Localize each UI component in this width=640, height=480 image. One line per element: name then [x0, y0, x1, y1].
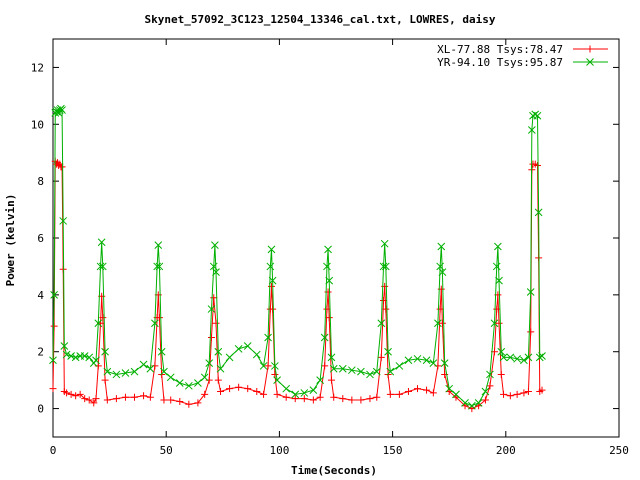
- data-point: [493, 305, 501, 313]
- data-point: [235, 383, 243, 391]
- data-point: [316, 393, 324, 401]
- data-point: [527, 328, 535, 336]
- data-point: [273, 390, 281, 398]
- data-point: [531, 110, 540, 119]
- data-point: [500, 390, 508, 398]
- y-tick-label: 6: [37, 232, 44, 245]
- data-point: [497, 370, 505, 378]
- legend-label: XL-77.88 Tsys:78.47: [437, 43, 563, 56]
- data-point: [253, 388, 261, 396]
- x-axis-label: Time(Seconds): [291, 464, 377, 477]
- data-point: [214, 376, 222, 384]
- data-point: [103, 396, 111, 404]
- data-point: [212, 319, 220, 327]
- data-point: [72, 392, 80, 400]
- data-point: [139, 360, 148, 369]
- data-point: [140, 392, 148, 400]
- data-point: [217, 388, 225, 396]
- legend: XL-77.88 Tsys:78.47YR-94.10 Tsys:95.87: [437, 43, 608, 69]
- y-axis-label: Power (kelvin): [4, 194, 17, 287]
- data-point: [520, 356, 528, 365]
- data-point: [282, 393, 290, 401]
- data-point: [131, 393, 139, 401]
- data-point: [260, 390, 268, 398]
- y-tick-label: 12: [31, 61, 44, 74]
- data-point: [121, 393, 129, 401]
- data-point: [200, 373, 209, 382]
- data-point: [404, 388, 412, 396]
- x-tick-label: 150: [383, 444, 403, 457]
- x-tick-label: 200: [496, 444, 516, 457]
- data-point: [373, 393, 381, 401]
- data-point: [506, 392, 514, 400]
- data-point: [194, 379, 202, 387]
- data-point: [339, 395, 347, 403]
- data-point: [184, 381, 193, 390]
- data-point: [176, 397, 184, 405]
- data-point: [101, 376, 109, 384]
- data-point: [436, 305, 444, 313]
- data-point: [252, 350, 261, 359]
- data-point: [429, 389, 437, 397]
- data-point: [434, 362, 442, 370]
- data-point: [513, 354, 521, 363]
- data-point: [348, 396, 356, 404]
- data-point: [423, 386, 431, 394]
- data-point: [244, 385, 252, 393]
- data-point: [327, 376, 335, 384]
- x-tick-label: 100: [269, 444, 289, 457]
- data-point: [146, 393, 154, 401]
- data-point: [234, 345, 243, 353]
- chart: Skynet_57092_3C123_12504_13346_cal.txt, …: [4, 13, 629, 477]
- data-point: [226, 385, 234, 393]
- data-point: [366, 370, 374, 379]
- y-tick-label: 8: [37, 175, 44, 188]
- x-tick-label: 250: [609, 444, 629, 457]
- data-point: [67, 390, 75, 398]
- data-point: [377, 353, 385, 361]
- data-point: [309, 396, 317, 404]
- data-point: [49, 385, 57, 393]
- data-point: [524, 388, 532, 396]
- y-tick-label: 2: [37, 346, 44, 359]
- data-point: [167, 396, 175, 404]
- series-line: [52, 107, 543, 407]
- data-point: [112, 395, 120, 403]
- data-point: [357, 396, 365, 404]
- data-point: [330, 393, 338, 401]
- plot-area: [49, 104, 546, 413]
- data-point: [271, 370, 279, 378]
- data-point: [520, 389, 528, 397]
- y-tick-label: 4: [37, 289, 44, 302]
- plot-border: [52, 38, 620, 438]
- data-point: [366, 395, 374, 403]
- data-point: [225, 353, 234, 362]
- legend-label: YR-94.10 Tsys:95.87: [437, 56, 563, 69]
- data-point: [205, 376, 213, 384]
- x-tick-label: 0: [50, 444, 57, 457]
- data-point: [160, 396, 168, 404]
- y-tick-label: 0: [37, 403, 44, 416]
- data-point: [513, 390, 521, 398]
- series-2: [49, 104, 546, 410]
- data-point: [282, 384, 291, 393]
- data-point: [175, 379, 184, 387]
- data-point: [395, 362, 404, 370]
- y-tick-label: 10: [31, 118, 44, 131]
- data-point: [395, 390, 403, 398]
- data-point: [207, 334, 215, 341]
- data-point: [243, 342, 252, 350]
- data-point: [309, 386, 318, 394]
- data-point: [185, 400, 193, 408]
- data-point: [300, 395, 308, 403]
- data-point: [414, 385, 422, 393]
- data-point: [166, 373, 175, 382]
- data-point: [151, 362, 159, 370]
- chart-title: Skynet_57092_3C123_12504_13346_cal.txt, …: [145, 13, 496, 26]
- data-point: [386, 390, 394, 398]
- x-tick-label: 50: [160, 444, 173, 457]
- data-point: [94, 362, 102, 370]
- legend-marker: [586, 45, 594, 53]
